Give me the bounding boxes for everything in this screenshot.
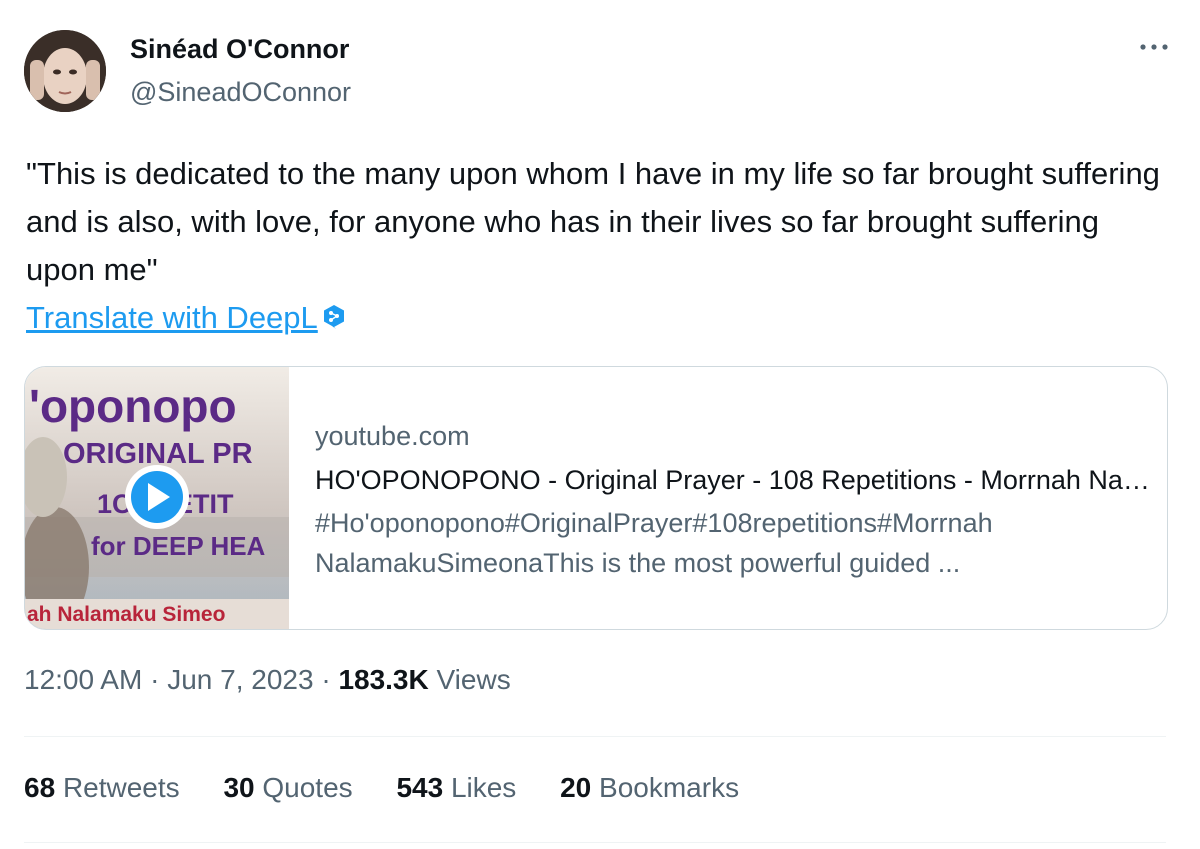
link-card[interactable]: 'oponopo ORIGINAL PR 1C EPETIT for DEEP … [24,366,1168,630]
link-card-body[interactable]: youtube.com HO'OPONOPONO - Original Pray… [315,419,1155,583]
video-thumbnail[interactable]: 'oponopo ORIGINAL PR 1C EPETIT for DEEP … [25,367,289,629]
more-options-icon[interactable] [1138,36,1170,56]
avatar[interactable] [24,30,106,112]
tweet-header: Sinéad O'Connor @SineadOConnor [24,30,1174,112]
tweet-text: "This is dedicated to the many upon whom… [26,156,1160,287]
retweets-stat[interactable]: 68 Retweets [24,772,180,804]
retweets-label: Retweets [62,772,180,803]
link-card-title: HO'OPONOPONO - Original Prayer - 108 Rep… [315,465,1155,495]
quotes-count: 30 [223,772,255,803]
quotes-stat[interactable]: 30 Quotes [223,772,352,804]
meta-separator: · [321,664,331,695]
likes-stat[interactable]: 543 Likes [396,772,516,804]
meta-separator: · [150,664,160,695]
bookmarks-label: Bookmarks [599,772,740,803]
thumb-line5: ah Nalamaku Simeo [27,603,225,626]
author-handle[interactable]: @SineadOConnor [130,77,351,108]
engagement-stats: 68 Retweets 30 Quotes 543 Likes 20 Bookm… [24,772,775,804]
play-icon [125,465,189,529]
likes-label: Likes [450,772,517,803]
tweet-meta: 12:00 AM · Jun 7, 2023 · 183.3K Views [24,664,511,696]
thumb-line4: for DEEP HEA [91,531,266,561]
avatar-image [24,30,106,112]
bookmarks-stat[interactable]: 20 Bookmarks [560,772,739,804]
tweet-date[interactable]: Jun 7, 2023 [167,664,313,695]
translate-link[interactable]: Translate with DeepL [26,296,346,342]
divider [24,842,1166,843]
thumb-line1: 'oponopo [29,380,237,432]
link-card-description: #Ho'oponopono#OriginalPrayer#108repetiti… [315,508,993,578]
retweets-count: 68 [24,772,56,803]
tweet-time[interactable]: 12:00 AM [24,664,142,695]
bookmarks-count: 20 [560,772,592,803]
views-label: Views [436,664,511,695]
quotes-label: Quotes [262,772,353,803]
views-count: 183.3K [338,664,429,695]
link-card-domain: youtube.com [315,421,470,451]
translate-label[interactable]: Translate with DeepL [26,300,318,335]
divider [24,736,1166,737]
author-name[interactable]: Sinéad O'Connor [130,34,349,65]
likes-count: 543 [396,772,444,803]
deepl-badge-icon [322,298,346,342]
